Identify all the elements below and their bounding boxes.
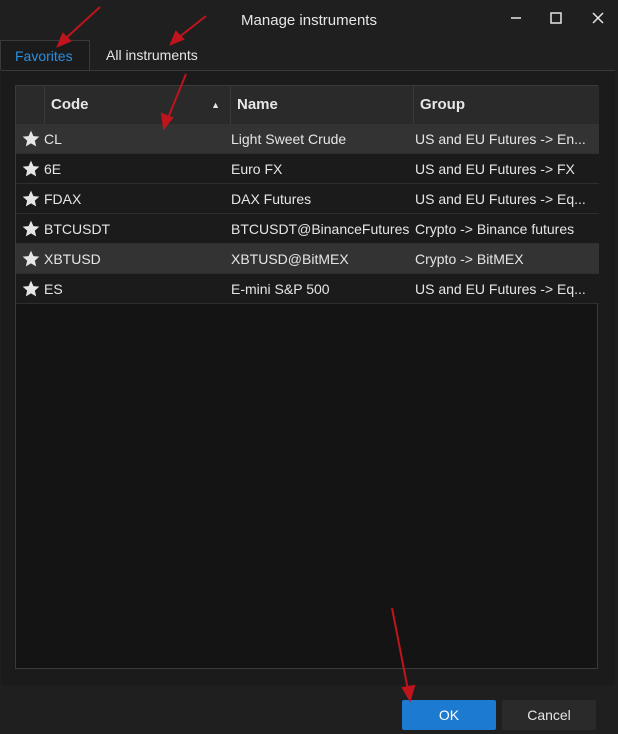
table-header: Code ▲ Name Group [16,86,599,125]
cell-code: XBTUSD [44,251,101,267]
ok-button[interactable]: OK [402,700,496,730]
cell-code: CL [44,131,62,147]
maximize-icon [550,12,562,24]
star-icon[interactable] [20,249,42,269]
favorites-panel: Code ▲ Name Group CL Light Sweet Crude U… [1,70,615,685]
cell-code: BTCUSDT [44,221,111,237]
table-row[interactable]: BTCUSDT BTCUSDT@BinanceFutures Crypto ->… [16,214,599,244]
cell-name: Euro FX [231,161,283,177]
minimize-button[interactable] [500,6,532,30]
cell-group: US and EU Futures -> Eq... [415,281,586,297]
cell-code: 6E [44,161,62,177]
star-icon[interactable] [20,189,42,209]
header-group[interactable]: Group [413,86,599,124]
cell-name: XBTUSD@BitMEX [231,251,349,267]
cell-group: US and EU Futures -> Eq... [415,191,586,207]
cell-name: DAX Futures [231,191,312,207]
close-button[interactable] [582,6,614,30]
star-icon[interactable] [20,219,42,239]
table-row[interactable]: CL Light Sweet Crude US and EU Futures -… [16,124,599,154]
cell-name: Light Sweet Crude [231,131,347,147]
star-icon[interactable] [20,159,42,179]
tab-bar: Favorites All instruments [0,40,618,70]
close-icon [592,12,604,24]
tab-all-instruments[interactable]: All instruments [92,40,218,70]
sort-ascending-icon: ▲ [211,100,220,110]
header-favorite-column[interactable] [16,86,44,124]
minimize-icon [511,17,521,19]
cell-code: FDAX [44,191,82,207]
header-name[interactable]: Name [230,86,413,124]
cell-name: BTCUSDT@BinanceFutures [231,221,410,237]
tab-favorites[interactable]: Favorites [0,40,90,70]
table-row[interactable]: 6E Euro FX US and EU Futures -> FX [16,154,599,184]
maximize-button[interactable] [540,6,572,30]
star-icon[interactable] [20,279,42,299]
cell-name: E-mini S&P 500 [231,281,330,297]
table-row[interactable]: ES E-mini S&P 500 US and EU Futures -> E… [16,274,599,304]
table-row[interactable]: XBTUSD XBTUSD@BitMEX Crypto -> BitMEX [16,244,599,274]
cancel-button[interactable]: Cancel [502,700,596,730]
table-row[interactable]: FDAX DAX Futures US and EU Futures -> Eq… [16,184,599,214]
title-bar: Manage instruments [0,0,618,40]
header-code-label: Code [51,96,89,113]
header-code[interactable]: Code ▲ [44,86,230,124]
dialog-footer: OK Cancel [0,685,618,734]
instruments-table: Code ▲ Name Group CL Light Sweet Crude U… [15,85,599,669]
cell-group: Crypto -> Binance futures [415,221,575,237]
cell-group: US and EU Futures -> En... [415,131,586,147]
star-icon[interactable] [20,129,42,149]
cell-group: US and EU Futures -> FX [415,161,575,177]
cell-group: Crypto -> BitMEX [415,251,524,267]
cell-code: ES [44,281,63,297]
